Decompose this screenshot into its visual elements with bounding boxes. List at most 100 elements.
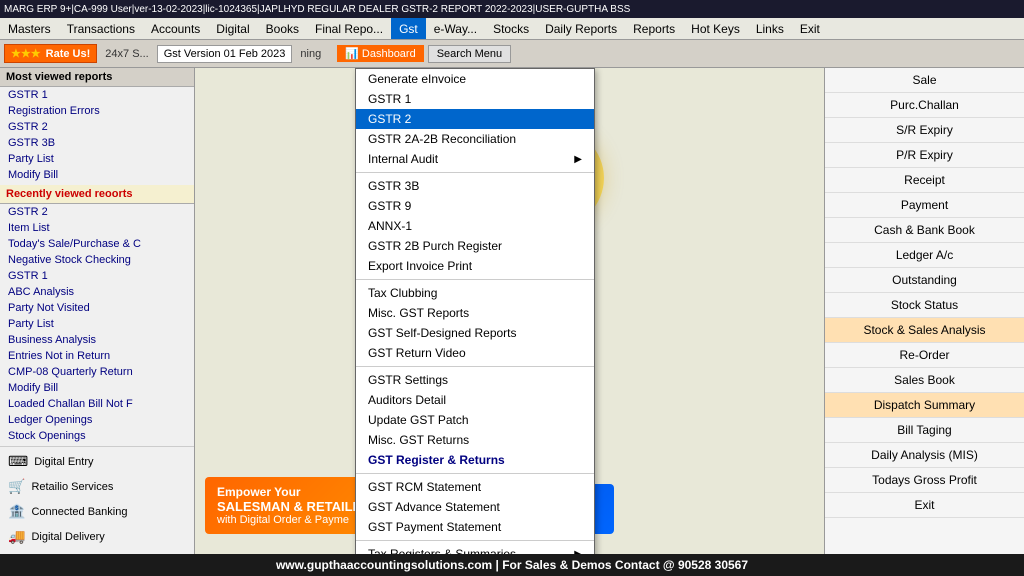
menu-reports[interactable]: Reports <box>625 18 683 39</box>
sidebar-link-reg-errors[interactable]: Registration Errors <box>0 103 194 119</box>
rp-reorder[interactable]: Re-Order <box>825 343 1024 368</box>
main-layout: Most viewed reports GSTR 1 Registration … <box>0 68 1024 554</box>
menu-transactions[interactable]: Transactions <box>59 18 143 39</box>
sidebar-link-business[interactable]: Business Analysis <box>0 332 194 348</box>
rp-daily-analysis[interactable]: Daily Analysis (MIS) <box>825 443 1024 468</box>
sidebar-link-gstr2-rv[interactable]: GSTR 2 <box>0 204 194 220</box>
sidebar-link-gstr2[interactable]: GSTR 2 <box>0 119 194 135</box>
rp-dispatch-summary[interactable]: Dispatch Summary <box>825 393 1024 418</box>
rp-pr-expiry[interactable]: P/R Expiry <box>825 143 1024 168</box>
dropdown-internal-audit[interactable]: Internal Audit ▶ <box>356 149 594 169</box>
dropdown-gstr9[interactable]: GSTR 9 <box>356 196 594 216</box>
sidebar-bottom-digital-delivery[interactable]: 🚚 Digital Delivery <box>0 524 194 549</box>
menu-exit[interactable]: Exit <box>792 18 828 39</box>
dropdown-auditors[interactable]: Auditors Detail <box>356 390 594 410</box>
rp-ledger-ac[interactable]: Ledger A/c <box>825 243 1024 268</box>
rp-cash-bank[interactable]: Cash & Bank Book <box>825 218 1024 243</box>
sidebar-link-party-list[interactable]: Party List <box>0 151 194 167</box>
sidebar-link-modify-bill[interactable]: Modify Bill <box>0 167 194 183</box>
menu-daily-reports[interactable]: Daily Reports <box>537 18 625 39</box>
menu-final-reports[interactable]: Final Repo... <box>307 18 391 39</box>
dropdown-gst-advance[interactable]: GST Advance Statement <box>356 497 594 517</box>
rate-us-button[interactable]: ★★★ Rate Us! <box>4 44 97 63</box>
dropdown-gstr2b-purch[interactable]: GSTR 2B Purch Register <box>356 236 594 256</box>
dropdown-gst-rcm[interactable]: GST RCM Statement <box>356 477 594 497</box>
dropdown-update-patch[interactable]: Update GST Patch <box>356 410 594 430</box>
dropdown-export-inv[interactable]: Export Invoice Print <box>356 256 594 276</box>
menu-gst[interactable]: Gst <box>391 18 426 39</box>
dropdown-gstr3b[interactable]: GSTR 3B <box>356 176 594 196</box>
rp-sales-book[interactable]: Sales Book <box>825 368 1024 393</box>
rp-payment[interactable]: Payment <box>825 193 1024 218</box>
rp-outstanding[interactable]: Outstanding <box>825 268 1024 293</box>
sidebar-link-modify-bill-rv[interactable]: Modify Bill <box>0 380 194 396</box>
rp-receipt[interactable]: Receipt <box>825 168 1024 193</box>
title-bar: MARG ERP 9+|CA-999 User|ver-13-02-2023|l… <box>0 0 1024 18</box>
sidebar-link-gstr1[interactable]: GSTR 1 <box>0 87 194 103</box>
dropdown-gstr1[interactable]: GSTR 1 <box>356 89 594 109</box>
rp-todays-gross[interactable]: Todays Gross Profit <box>825 468 1024 493</box>
sidebar-link-gstr1-rv[interactable]: GSTR 1 <box>0 268 194 284</box>
sidebar-link-gstr3b[interactable]: GSTR 3B <box>0 135 194 151</box>
sidebar-link-party-list-rv[interactable]: Party List <box>0 316 194 332</box>
menu-bar: Masters Transactions Accounts Digital Bo… <box>0 18 1024 40</box>
toolbar-training: ning <box>296 48 325 60</box>
dropdown-gst-register[interactable]: GST Register & Returns <box>356 450 594 470</box>
menu-stocks[interactable]: Stocks <box>485 18 537 39</box>
toolbar-version: Gst Version 01 Feb 2023 <box>157 45 293 63</box>
dropdown-sep-1 <box>356 172 594 173</box>
retailio-icon: 🛒 <box>8 478 25 495</box>
digital-entry-icon: ⌨ <box>8 453 28 470</box>
dashboard-button[interactable]: 📊 Dashboard <box>337 45 424 62</box>
rp-exit[interactable]: Exit <box>825 493 1024 518</box>
sidebar-link-todays-sale[interactable]: Today's Sale/Purchase & C <box>0 236 194 252</box>
sidebar-link-abc[interactable]: ABC Analysis <box>0 284 194 300</box>
dropdown-gst-self[interactable]: GST Self-Designed Reports <box>356 323 594 343</box>
menu-books[interactable]: Books <box>258 18 307 39</box>
sidebar-link-entries[interactable]: Entries Not in Return <box>0 348 194 364</box>
toolbar: ★★★ Rate Us! 24x7 S... Gst Version 01 Fe… <box>0 40 1024 68</box>
content-area: 30 Generate eInvoice GSTR 1 GSTR 2 GSTR … <box>195 68 824 554</box>
sidebar-link-ledger-openings[interactable]: Ledger Openings <box>0 412 194 428</box>
dropdown-gstr2a-recon[interactable]: GSTR 2A-2B Reconciliation <box>356 129 594 149</box>
dropdown-tax-clubbing[interactable]: Tax Clubbing <box>356 283 594 303</box>
menu-digital[interactable]: Digital <box>208 18 257 39</box>
sidebar-link-loaded-challan[interactable]: Loaded Challan Bill Not F <box>0 396 194 412</box>
sidebar-link-neg-stock[interactable]: Negative Stock Checking <box>0 252 194 268</box>
dropdown-gstr-settings[interactable]: GSTR Settings <box>356 370 594 390</box>
menu-accounts[interactable]: Accounts <box>143 18 208 39</box>
dropdown-gst-payment[interactable]: GST Payment Statement <box>356 517 594 537</box>
dropdown-sep-5 <box>356 540 594 541</box>
dropdown-misc-gst[interactable]: Misc. GST Reports <box>356 303 594 323</box>
dropdown-sep-3 <box>356 366 594 367</box>
recently-viewed-title: Recently viewed reoorts <box>0 185 194 204</box>
sidebar-bottom-digital-entry[interactable]: ⌨ Digital Entry <box>0 449 194 474</box>
sidebar-bottom-connected-banking[interactable]: 🏦 Connected Banking <box>0 499 194 524</box>
submenu-arrow-icon: ▶ <box>574 154 582 165</box>
search-menu-button[interactable]: Search Menu <box>428 45 511 63</box>
sidebar-link-cmp08[interactable]: CMP-08 Quarterly Return <box>0 364 194 380</box>
menu-eway[interactable]: e-Way... <box>426 18 485 39</box>
dropdown-annx1[interactable]: ANNX-1 <box>356 216 594 236</box>
sidebar-bottom-retailio[interactable]: 🛒 Retailio Services <box>0 474 194 499</box>
rp-purc-challan[interactable]: Purc.Challan <box>825 93 1024 118</box>
dropdown-misc-returns[interactable]: Misc. GST Returns <box>356 430 594 450</box>
dropdown-gstr2[interactable]: GSTR 2 <box>356 109 594 129</box>
rp-sr-expiry[interactable]: S/R Expiry <box>825 118 1024 143</box>
dropdown-gst-video[interactable]: GST Return Video <box>356 343 594 363</box>
rp-bill-taging[interactable]: Bill Taging <box>825 418 1024 443</box>
banking-icon: 🏦 <box>8 503 25 520</box>
menu-links[interactable]: Links <box>748 18 792 39</box>
rp-stock-sales[interactable]: Stock & Sales Analysis <box>825 318 1024 343</box>
sidebar-link-stock-openings[interactable]: Stock Openings <box>0 428 194 444</box>
menu-hot-keys[interactable]: Hot Keys <box>683 18 748 39</box>
sidebar-link-party-not-visited[interactable]: Party Not Visited <box>0 300 194 316</box>
dropdown-gen-einvoice[interactable]: Generate eInvoice <box>356 69 594 89</box>
sidebar-divider <box>0 446 194 447</box>
dropdown-tax-registers[interactable]: Tax Registers & Summaries ▶ <box>356 544 594 554</box>
rp-stock-status[interactable]: Stock Status <box>825 293 1024 318</box>
menu-masters[interactable]: Masters <box>0 18 59 39</box>
sidebar-link-item-list[interactable]: Item List <box>0 220 194 236</box>
rp-sale[interactable]: Sale <box>825 68 1024 93</box>
submenu-arrow-2-icon: ▶ <box>574 549 582 555</box>
